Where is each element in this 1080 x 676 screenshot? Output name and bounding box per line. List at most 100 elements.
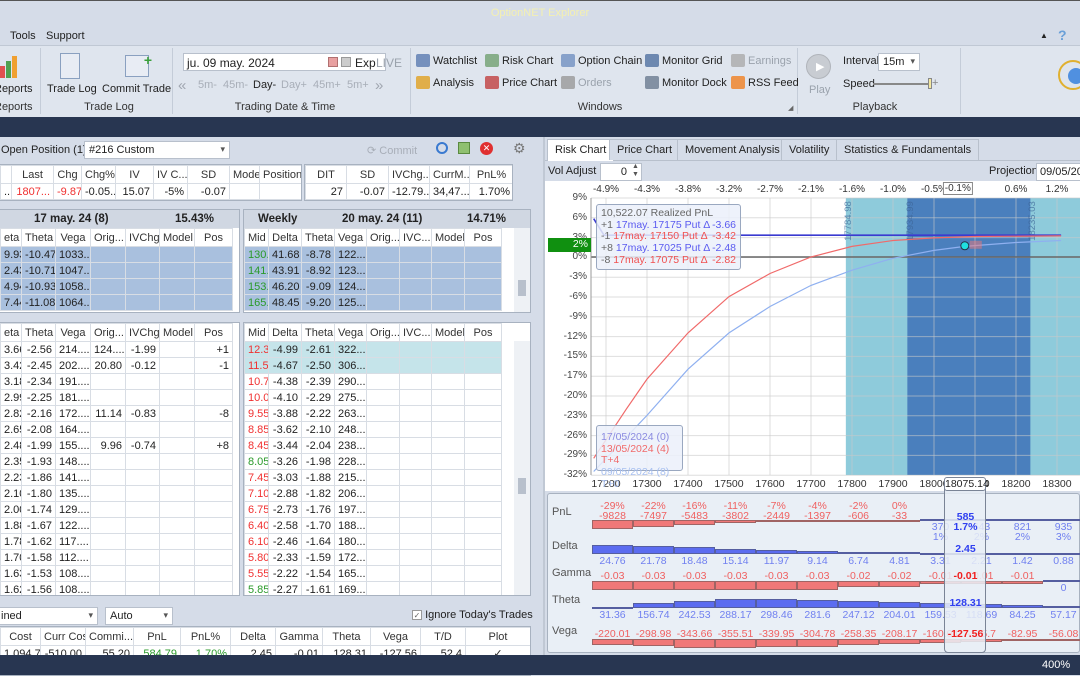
column-header[interactable]: Plot	[466, 628, 531, 646]
close-position-icon[interactable]: ✕	[480, 142, 493, 155]
column-header[interactable]: IVC...	[400, 324, 432, 342]
table-cell[interactable]	[400, 582, 432, 597]
table-cell[interactable]	[91, 502, 126, 518]
table-cell[interactable]: 20.80	[91, 358, 126, 374]
table-cell[interactable]	[195, 295, 233, 311]
table-cell[interactable]: -12.79...	[389, 184, 430, 200]
table-cell[interactable]	[367, 502, 400, 518]
table-cell[interactable]: 191....	[56, 374, 91, 390]
window-risk-chart-button[interactable]: Risk Chart	[485, 54, 553, 67]
column-header[interactable]: Vega	[335, 324, 367, 342]
table-cell[interactable]	[195, 470, 233, 486]
risk-chart[interactable]: 17784.9817934.9918235.03 9%6%3%0%-3%-6%-…	[545, 181, 1080, 491]
table-cell[interactable]: 129....	[56, 502, 91, 518]
table-cell[interactable]: -1.98	[302, 454, 335, 470]
table-cell[interactable]	[367, 295, 400, 311]
table-cell[interactable]	[432, 390, 465, 406]
column-header[interactable]: Vega	[335, 229, 367, 247]
step-back-icon[interactable]: «	[178, 77, 186, 94]
table-row[interactable]: 1.70-1.58112....	[1, 550, 233, 566]
table-cell[interactable]: -2.16	[22, 406, 56, 422]
table-cell[interactable]	[160, 295, 195, 311]
step-45m-back[interactable]: 45m-	[223, 79, 248, 91]
table-cell[interactable]	[160, 342, 195, 358]
table-cell[interactable]	[195, 566, 233, 582]
table-cell[interactable]	[91, 550, 126, 566]
column-header[interactable]: Vega	[371, 628, 421, 646]
table-cell[interactable]: 4.94	[1, 279, 22, 295]
table-cell[interactable]: 123...	[335, 263, 367, 279]
table-cell[interactable]	[91, 247, 126, 263]
table-row[interactable]: 10.75-4.38-2.39290....	[245, 374, 502, 390]
column-header[interactable]: Theta	[22, 229, 56, 247]
table-cell[interactable]	[160, 247, 195, 263]
table-cell[interactable]: -2.10	[302, 422, 335, 438]
table-cell[interactable]	[400, 406, 432, 422]
column-header[interactable]: Model	[432, 229, 465, 247]
ignore-today-checkbox[interactable]: ✓ Ignore Today's Trades	[412, 609, 533, 621]
table-cell[interactable]: -1.70	[302, 518, 335, 534]
table-cell[interactable]	[160, 390, 195, 406]
column-header[interactable]: PnL%	[470, 166, 514, 184]
table-cell[interactable]	[432, 358, 465, 374]
table-cell[interactable]	[126, 422, 160, 438]
commit-trade-icon[interactable]: +	[125, 55, 149, 77]
column-header[interactable]: IVC...	[400, 229, 432, 247]
table-cell[interactable]: -2.58	[269, 518, 302, 534]
table-cell[interactable]: 188....	[335, 518, 367, 534]
table-cell[interactable]: 164....	[56, 422, 91, 438]
column-header[interactable]: Mid	[245, 229, 269, 247]
table-cell[interactable]	[400, 390, 432, 406]
table-cell[interactable]	[195, 534, 233, 550]
table-row[interactable]: 1.63-1.53108....	[1, 566, 233, 582]
column-header[interactable]: IVChg	[126, 324, 160, 342]
window-monitor-grid-button[interactable]: Monitor Grid	[645, 54, 723, 67]
column-header[interactable]: IVChg	[126, 229, 160, 247]
column-header[interactable]: Commi...	[86, 628, 134, 646]
commit-button[interactable]: ⟳ Commit	[367, 144, 417, 157]
table-cell[interactable]	[160, 422, 195, 438]
table-cell[interactable]: -2.22	[269, 566, 302, 582]
table-cell[interactable]: 10.75	[245, 374, 269, 390]
table-cell[interactable]: 11.14	[91, 406, 126, 422]
table-cell[interactable]	[195, 390, 233, 406]
window-price-chart-button[interactable]: Price Chart	[485, 76, 557, 89]
table-cell[interactable]	[432, 406, 465, 422]
column-header[interactable]: Mid	[245, 324, 269, 342]
table-row[interactable]: 27-0.07-12.79...34,47...1.70%	[306, 184, 514, 200]
table-cell[interactable]: 11.50	[245, 358, 269, 374]
table-cell[interactable]: 7.45	[245, 470, 269, 486]
table-cell[interactable]: -1.56	[22, 582, 56, 597]
table-row[interactable]: 3.42-2.45202....20.80-0.12-1	[1, 358, 233, 374]
table-cell[interactable]: 1.88	[1, 518, 22, 534]
interval-select[interactable]: 15m	[878, 53, 920, 71]
table-cell[interactable]	[91, 582, 126, 597]
table-cell[interactable]: 46.20	[269, 279, 302, 295]
table-cell[interactable]	[91, 454, 126, 470]
column-header[interactable]: Pos	[195, 324, 233, 342]
table-cell[interactable]	[465, 470, 502, 486]
table-cell[interactable]: 1064...	[56, 295, 91, 311]
table-cell[interactable]: 155....	[56, 438, 91, 454]
table-cell[interactable]: 215....	[335, 470, 367, 486]
column-header[interactable]: eta	[1, 324, 22, 342]
table-cell[interactable]: -1	[195, 358, 233, 374]
table-cell[interactable]: 122....	[56, 518, 91, 534]
table-cell[interactable]	[126, 247, 160, 263]
window-option-chain-button[interactable]: Option Chain	[561, 54, 642, 67]
table-cell[interactable]	[91, 422, 126, 438]
table-cell[interactable]: 1.62	[1, 582, 22, 597]
table-row[interactable]: 5.85-2.27-1.61169....	[245, 582, 502, 597]
table-cell[interactable]: 130....	[245, 247, 269, 263]
table-cell[interactable]: -1.64	[302, 534, 335, 550]
table-cell[interactable]: 108....	[56, 582, 91, 597]
table-row[interactable]: 1.78-1.62117....	[1, 534, 233, 550]
table-row[interactable]: 12.30-4.99-2.61322....	[245, 342, 502, 358]
table-cell[interactable]	[400, 295, 432, 311]
table-cell[interactable]	[367, 582, 400, 597]
table-cell[interactable]	[160, 486, 195, 502]
column-header[interactable]	[1, 166, 12, 184]
table-cell[interactable]	[126, 263, 160, 279]
table-cell[interactable]: -10.93	[22, 279, 56, 295]
table-cell[interactable]	[126, 279, 160, 295]
